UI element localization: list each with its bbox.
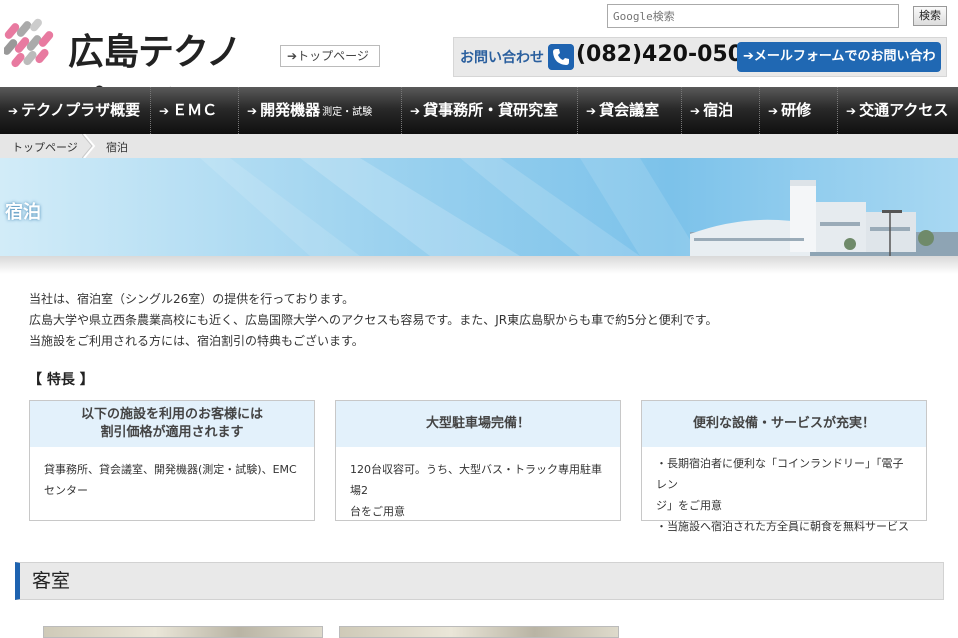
global-nav: ➔ テクノプラザ概要 ➔ ＥＭＣ ➔ 開発機器 測定・試験 ➔ 貸事務所・貸研究室 ➔ 貸会… — [0, 87, 958, 134]
nav-item-label: ＥＭＣ — [172, 101, 218, 119]
chevron-right-icon — [82, 134, 96, 158]
arrow-right-icon: ➔ — [410, 104, 421, 118]
search-input[interactable] — [607, 4, 899, 28]
breadcrumb-current: 宿泊 — [106, 141, 128, 154]
building-image — [690, 180, 958, 256]
intro-line: 当社は、宿泊室（シングル26室）の提供を行っております。 — [29, 292, 355, 306]
page-title: 宿泊 — [5, 202, 41, 223]
contact-label: お問い合わせ — [460, 50, 544, 66]
feature-card-body: 120台収容可。うち、大型バス・トラック専用駐車場2 台をご用意 — [336, 447, 620, 534]
top-page-link-label: トップページ — [297, 49, 369, 63]
breadcrumb: トップページ 宿泊 — [0, 134, 958, 158]
nav-item-emc[interactable]: ➔ ＥＭＣ — [151, 87, 239, 134]
arrow-right-icon: ➔ — [247, 104, 258, 118]
nav-item-label: 貸会議室 — [599, 101, 660, 119]
arrow-right-icon: ➔ — [287, 49, 298, 63]
site-logo[interactable]: 広島テクノプラザ — [4, 14, 264, 125]
feature-card-body-line: ジ」をご用意 — [656, 499, 722, 512]
nav-item-label: 貸事務所・貸研究室 — [423, 101, 559, 119]
arrow-right-icon: ➔ — [690, 104, 701, 118]
room-photo — [43, 626, 323, 638]
feature-card-title-line: 便利な設備・サービスが充実！ — [692, 416, 875, 431]
nav-item-equipment[interactable]: ➔ 開発機器 測定・試験 — [239, 87, 402, 134]
nav-item-training[interactable]: ➔ 研修 — [760, 87, 838, 134]
nav-item-access[interactable]: ➔ 交通アクセス — [838, 87, 958, 134]
nav-item-lodging[interactable]: ➔ 宿泊 — [682, 87, 760, 134]
feature-card-title: 便利な設備・サービスが充実！ — [642, 401, 926, 447]
logo-mark-icon — [4, 18, 54, 68]
feature-card-services: 便利な設備・サービスが充実！ ・長期宿泊者に便利な「コインランドリー」「電子レン… — [641, 400, 927, 533]
feature-card-body-line: 120台収容可。うち、大型バス・トラック専用駐車場2 — [350, 463, 602, 497]
intro-line: 当施設をご利用される方には、宿泊割引の特典もございます。 — [29, 334, 364, 348]
features-heading: 【 特長 】 — [28, 372, 94, 388]
feature-card-title-line: 割引価格が適用されます — [100, 425, 244, 440]
arrow-right-icon: ➔ — [846, 104, 857, 118]
nav-item-offices[interactable]: ➔ 貸事務所・貸研究室 — [402, 87, 578, 134]
feature-card-title-line: 以下の施設を利用のお客様には — [80, 407, 263, 422]
arrow-right-icon: ➔ — [8, 104, 19, 118]
nav-item-label: 交通アクセス — [859, 101, 949, 119]
feature-card-discount: 以下の施設を利用のお客様には 割引価格が適用されます 貸事務所、貸会議室、開発機… — [29, 400, 315, 521]
feature-card-body-line: センター — [44, 484, 88, 497]
feature-card-title-line: 大型駐車場完備！ — [425, 416, 530, 431]
arrow-right-icon: ➔ — [768, 104, 779, 118]
arrow-right-icon: ➔ — [159, 104, 170, 118]
phone-number[interactable]: (082)420-0500 — [576, 42, 758, 67]
contact-bar: お問い合わせ (082)420-0500 ➔メールフォームでのお問い合わせ — [453, 37, 947, 94]
feature-card-title: 以下の施設を利用のお客様には 割引価格が適用されます — [30, 401, 314, 447]
phone-icon — [548, 44, 574, 70]
feature-card-title: 大型駐車場完備！ — [336, 401, 620, 447]
rooms-section-title: 客室 — [15, 562, 944, 600]
feature-card-body-line: 台をご用意 — [350, 505, 405, 518]
feature-card-body: 貸事務所、貸会議室、開発機器(測定・試験)、EMC センター — [30, 447, 314, 513]
feature-card-body: ・長期宿泊者に便利な「コインランドリー」「電子レン ジ」をご用意 ・当施設へ宿泊… — [642, 447, 926, 549]
page-banner: 宿泊 — [0, 158, 958, 256]
intro-text: 当社は、宿泊室（シングル26室）の提供を行っております。 広島大学や県立西条農業… — [29, 289, 718, 352]
nav-item-label: 宿泊 — [703, 101, 734, 119]
feature-card-body-line: 貸事務所、貸会議室、開発機器(測定・試験)、EMC — [44, 463, 297, 476]
mail-form-button[interactable]: ➔メールフォームでのお問い合わせ — [737, 42, 941, 94]
site-header: 広島テクノプラザ ➔トップページ 検索 お問い合わせ (082)420-0500… — [0, 0, 958, 125]
arrow-right-icon: ➔ — [586, 104, 597, 118]
room-photo — [339, 626, 619, 638]
feature-card-parking: 大型駐車場完備！ 120台収容可。うち、大型バス・トラック専用駐車場2 台をご用… — [335, 400, 621, 521]
nav-item-sublabel: 測定・試験 — [322, 107, 373, 118]
nav-item-label: 研修 — [781, 101, 812, 119]
search-button[interactable]: 検索 — [913, 6, 947, 26]
banner-shadow — [0, 256, 958, 274]
nav-item-label: テクノプラザ概要 — [21, 101, 141, 119]
nav-item-label: 開発機器 — [260, 101, 321, 119]
intro-line: 広島大学や県立西条農業高校にも近く、広島国際大学へのアクセスも容易です。また、J… — [29, 313, 718, 327]
feature-card-body-line: ・当施設へ宿泊された方全員に朝食を無料サービス — [656, 520, 909, 533]
nav-item-meeting-rooms[interactable]: ➔ 貸会議室 — [578, 87, 682, 134]
top-page-link[interactable]: ➔トップページ — [280, 45, 380, 67]
breadcrumb-home-link[interactable]: トップページ — [12, 139, 78, 155]
nav-item-overview[interactable]: ➔ テクノプラザ概要 — [0, 87, 151, 134]
feature-card-body-line: ・長期宿泊者に便利な「コインランドリー」「電子レン — [656, 457, 904, 491]
arrow-right-icon: ➔ — [743, 49, 754, 64]
